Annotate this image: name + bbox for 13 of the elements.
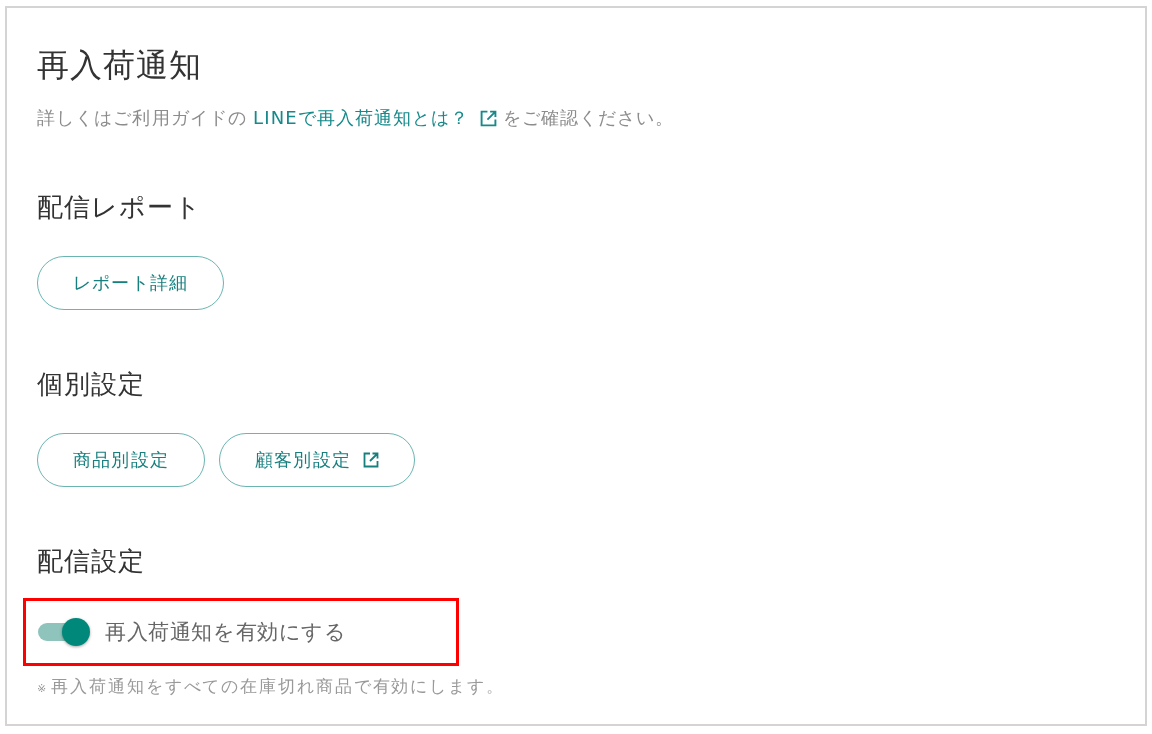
guide-link[interactable]: LINEで再入荷通知とは？ <box>253 105 497 131</box>
intro-text: 詳しくはご利用ガイドの LINEで再入荷通知とは？ をご確認ください。 <box>37 105 675 131</box>
outline-button[interactable]: 商品別設定 <box>37 433 205 487</box>
note-text: 再入荷通知をすべての在庫切れ商品で有効にします。 <box>51 675 505 698</box>
outline-button[interactable]: 顧客別設定 <box>219 433 415 487</box>
page-title: 再入荷通知 <box>37 45 202 85</box>
toggle-label: 再入荷通知を有効にする <box>105 619 347 646</box>
section-heading: 配信レポート <box>37 191 202 224</box>
section-heading: 配信設定 <box>37 545 145 578</box>
toggle-switch[interactable] <box>38 617 92 647</box>
section-heading: 個別設定 <box>37 368 145 401</box>
note-mark: ※ <box>37 682 47 695</box>
outline-button[interactable]: レポート詳細 <box>37 256 225 310</box>
